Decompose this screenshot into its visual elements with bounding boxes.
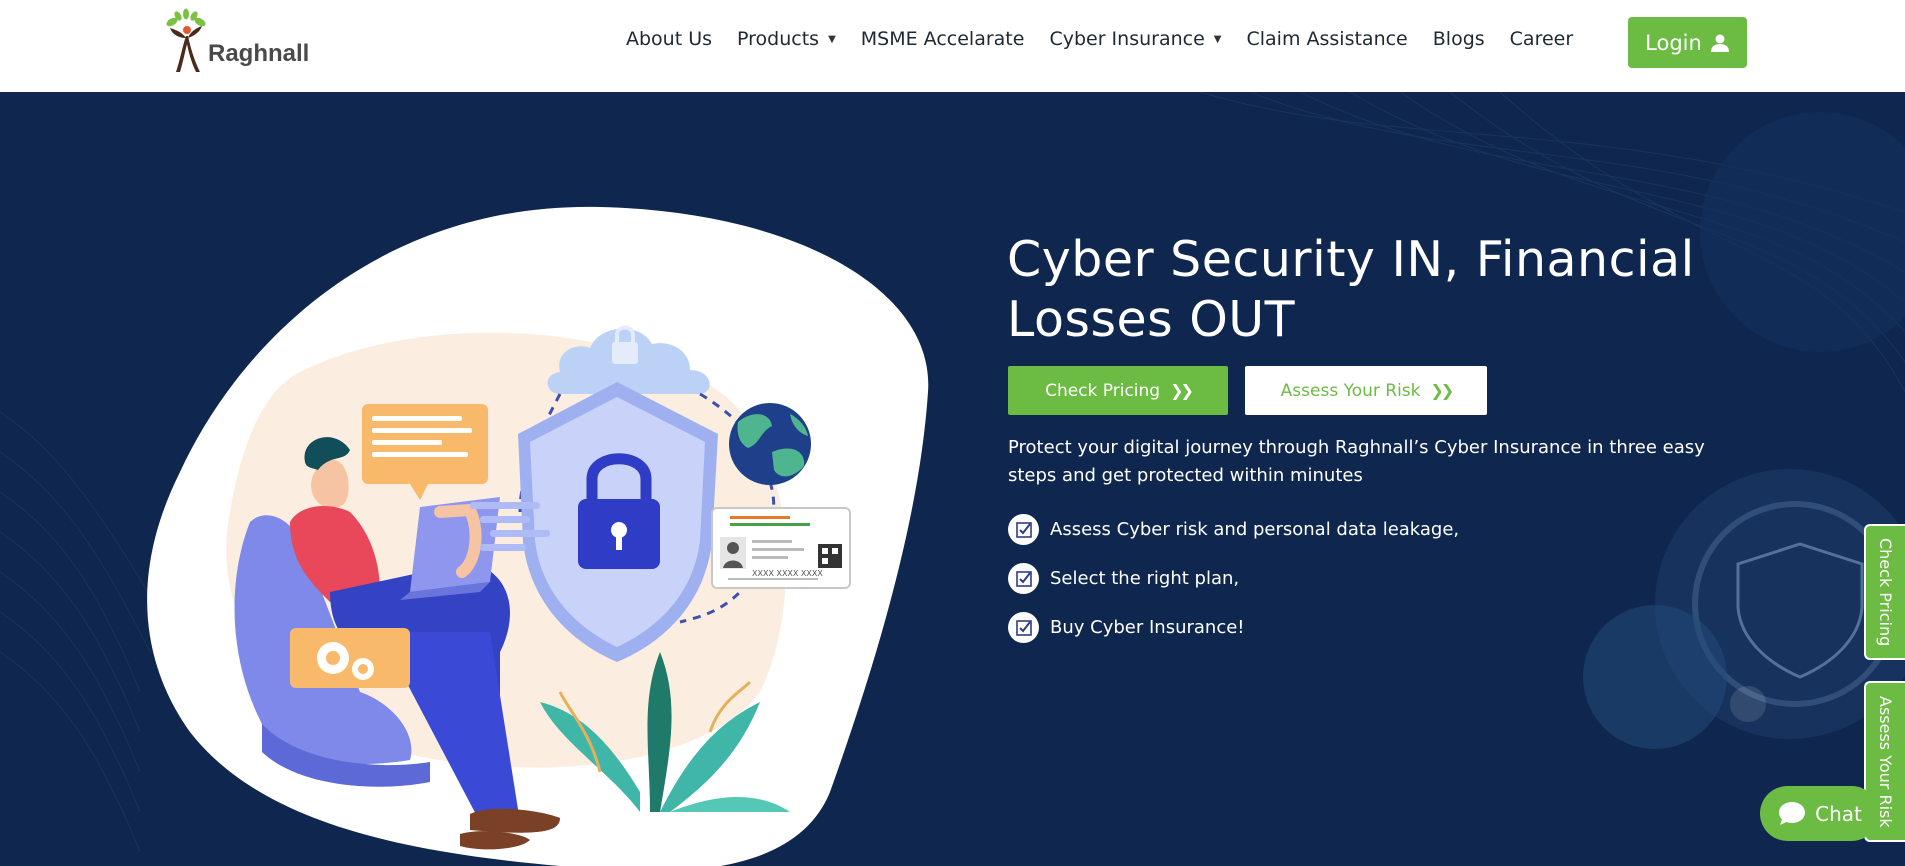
nav-about-us[interactable]: About Us [626, 28, 712, 50]
list-item: Select the right plan, [1008, 554, 1459, 603]
list-item: Assess Cyber risk and personal data leak… [1008, 505, 1459, 554]
chat-bubble-icon [1779, 801, 1806, 825]
steps-list: Assess Cyber risk and personal data leak… [1008, 505, 1459, 652]
nav-label: Career [1509, 28, 1574, 50]
assess-risk-button[interactable]: Assess Your Risk ❯❯ [1245, 366, 1487, 415]
hero-title-line2: Losses OUT [1007, 291, 1296, 348]
login-button[interactable]: Login [1628, 17, 1747, 68]
caret-down-icon: ▼ [828, 33, 836, 45]
assess-risk-label: Assess Your Risk [1280, 380, 1421, 401]
nav-career[interactable]: Career [1510, 28, 1574, 50]
double-chevron-right-icon: ❯❯ [1430, 381, 1455, 400]
hero-title-line1: Cyber Security IN, Financial [1007, 231, 1695, 288]
nav-products[interactable]: Products ▼ [737, 28, 836, 50]
nav-label: Cyber Insurance [1049, 28, 1205, 50]
nav-claim-assistance[interactable]: Claim Assistance [1246, 28, 1407, 50]
site-header: Raghnall About Us Products ▼ MSME Accelar… [0, 0, 1905, 92]
id-card-number: XXXX XXXX XXXX [752, 569, 823, 578]
checkbox-icon [1008, 514, 1039, 545]
chat-button[interactable]: Chat [1760, 786, 1879, 841]
step-text: Select the right plan, [1050, 568, 1240, 589]
check-pricing-label: Check Pricing [1045, 380, 1161, 401]
main-nav: About Us Products ▼ MSME Accelarate Cyber… [626, 24, 1598, 54]
nav-cyber-insurance[interactable]: Cyber Insurance ▼ [1049, 28, 1221, 50]
nav-blogs[interactable]: Blogs [1433, 28, 1485, 50]
hero-section: XXXX XXXX XXXX Cyber Security IN, Financ… [0, 92, 1905, 866]
double-chevron-right-icon: ❯❯ [1170, 381, 1194, 400]
checkbox-icon [1008, 612, 1039, 643]
side-tab-label: Check Pricing [1876, 537, 1895, 647]
nav-label: Products [737, 28, 820, 50]
tree-logo-icon [166, 8, 206, 72]
hero-description: Protect your digital journey through Rag… [1008, 437, 1705, 486]
hero-title: Cyber Security IN, Financial Losses OUT [1007, 230, 1767, 350]
nav-msme-accelarate[interactable]: MSME Accelarate [861, 28, 1025, 50]
user-icon [1710, 34, 1729, 52]
nav-label: Claim Assistance [1246, 28, 1408, 50]
step-text: Buy Cyber Insurance! [1050, 617, 1245, 638]
login-label: Login [1645, 30, 1702, 55]
nav-label: MSME Accelarate [860, 28, 1025, 50]
chat-label: Chat [1815, 801, 1862, 826]
caret-down-icon: ▼ [1213, 33, 1222, 45]
side-tab-check-pricing[interactable]: Check Pricing [1864, 524, 1905, 660]
brand-name: Raghnall [208, 40, 310, 67]
list-item: Buy Cyber Insurance! [1008, 603, 1459, 652]
brand-logo[interactable]: Raghnall [164, 8, 314, 74]
side-tab-label: Assess Your Risk [1876, 695, 1895, 828]
nav-label: Blogs [1432, 28, 1485, 50]
step-text: Assess Cyber risk and personal data leak… [1050, 519, 1460, 540]
nav-label: About Us [626, 28, 713, 50]
check-pricing-button[interactable]: Check Pricing ❯❯ [1008, 366, 1228, 415]
checkbox-icon [1008, 563, 1039, 594]
